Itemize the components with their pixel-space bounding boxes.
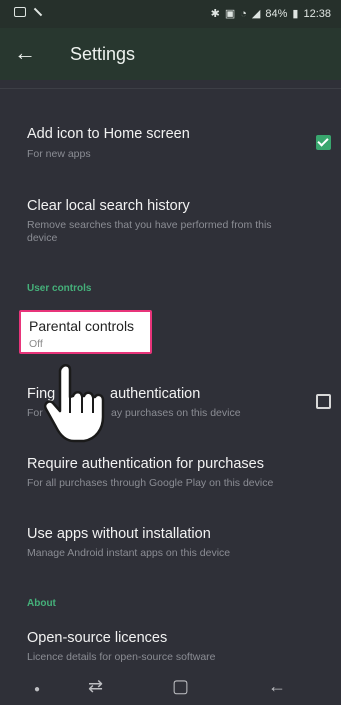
setting-subtitle: For all purchases through Google Play on… <box>27 477 274 489</box>
arrow-left-icon[interactable]: ← <box>12 40 38 66</box>
setting-add-icon[interactable]: Add icon to Home screen For new apps <box>0 118 341 164</box>
battery-icon: ▮ <box>292 8 299 20</box>
setting-subtitle: Manage Android instant apps on this devi… <box>27 547 231 559</box>
clock: 12:38 <box>303 7 331 20</box>
add-icon-checkbox[interactable] <box>316 135 331 150</box>
setting-subtitle-line1: Remove searches that you have performed … <box>27 219 272 231</box>
setting-parental-controls[interactable]: Parental controls Off <box>19 310 152 354</box>
signal-icon: ◢ <box>251 8 261 20</box>
dot-icon[interactable]: ● <box>34 680 40 700</box>
setting-clear-history[interactable]: Clear local search history Remove search… <box>0 188 341 248</box>
setting-title: Parental controls <box>29 318 135 334</box>
section-header-user-controls: User controls <box>27 283 92 294</box>
setting-require-auth[interactable]: Require authentication for purchases For… <box>0 446 341 494</box>
setting-title: Clear local search history <box>27 198 190 214</box>
status-bar: ✱ ▣ ◔ ◢ 84% ▮ 12:38 <box>0 0 341 28</box>
hand-pointer-icon <box>44 364 105 443</box>
setting-title: Require authentication for purchases <box>27 456 264 472</box>
setting-subtitle-line2: device <box>27 232 58 244</box>
back-icon[interactable]: ← <box>268 676 286 696</box>
navigation-bar: ● ⇄ ▢ ← <box>0 668 341 705</box>
battery-percent: 84% <box>265 7 288 20</box>
settings-list[interactable]: Add icon to Home screen For new apps Cle… <box>0 80 341 668</box>
vibrate-icon: ▣ <box>224 8 236 20</box>
setting-subtitle: For new apps <box>27 148 91 160</box>
app-bar: ← Settings <box>0 28 341 80</box>
fingerprint-checkbox[interactable] <box>316 394 331 409</box>
setting-title: Use apps without installation <box>27 526 211 542</box>
page-title: Settings <box>70 44 136 64</box>
home-icon[interactable]: ▢ <box>172 676 189 696</box>
setting-subtitle: Licence details for open-source software <box>27 651 216 663</box>
setting-title: Open-source licences <box>27 630 168 646</box>
wifi-icon: ◔ <box>240 7 247 20</box>
section-header-about: About <box>27 598 56 609</box>
setting-subtitle-right: ay purchases on this device <box>111 407 241 419</box>
setting-title-right: authentication <box>110 386 201 402</box>
phone-screen: ✱ ▣ ◔ ◢ 84% ▮ 12:38 ← Settings Add icon … <box>0 0 341 705</box>
setting-subtitle: Off <box>29 338 43 350</box>
recent-apps-icon[interactable]: ⇄ <box>88 676 103 696</box>
wrench-icon <box>32 7 42 17</box>
setting-instant-apps[interactable]: Use apps without installation Manage And… <box>0 516 341 564</box>
status-right-icons: ✱ ▣ ◔ ◢ 84% ▮ 12:38 <box>210 7 331 21</box>
divider <box>0 88 341 89</box>
status-left-icons <box>14 7 42 17</box>
bluetooth-icon: ✱ <box>210 8 220 20</box>
setting-title: Add icon to Home screen <box>27 126 190 142</box>
setting-licences[interactable]: Open-source licences Licence details for… <box>0 620 341 666</box>
image-notification-icon <box>14 7 26 17</box>
